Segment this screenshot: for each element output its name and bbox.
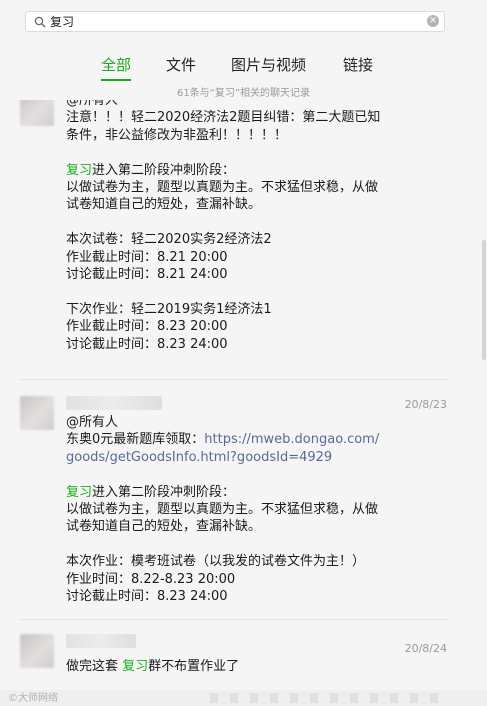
message-text: 本次试卷：轻二2020实务2经济法2: [66, 232, 272, 248]
message-list[interactable]: @所有人 注意！！！轻二2020经济法2题目纠错：第二大题已知 条件，非公益修改为非…: [0, 100, 487, 706]
message-time: 20/8/23: [404, 398, 447, 411]
message-line: @所有人: [66, 414, 396, 431]
scrollbar-thumb[interactable]: [482, 240, 486, 360]
message-text: 做完这套: [66, 659, 123, 674]
message-text: 作业截止时间：8.23 20:00: [66, 319, 228, 335]
avatar[interactable]: [20, 396, 54, 430]
message-text: 试卷知道自己的短处，查漏补缺。: [66, 519, 262, 535]
search-highlight: 复习: [122, 659, 149, 674]
message-line: [66, 283, 396, 300]
result-count: 61条与“复习”相关的聊天记录: [176, 88, 311, 99]
message-line: 作业时间：8.22-8.23 20:00: [66, 571, 396, 588]
message-line: 以做试卷为主，题型以真题为主。不求猛但求稳，从做: [66, 179, 396, 196]
message-line: 以做试卷为主，题型以真题为主。不求猛但求稳，从做: [66, 501, 396, 518]
message-text: 进入第二阶段冲刺阶段：: [92, 484, 236, 500]
message-text: @所有人: [66, 100, 119, 108]
message-text: 东奥0元最新题库领取：: [66, 432, 205, 448]
message-text: 讨论截止时间：8.21 24:00: [66, 267, 228, 283]
tab-all[interactable]: 全部: [101, 54, 131, 75]
tab-links[interactable]: 链接: [343, 54, 373, 75]
message-text: 条件，非公益修改为非盈利！！！！！: [66, 127, 288, 143]
message-line: [66, 536, 396, 553]
search-bar[interactable]: ✕: [25, 11, 445, 32]
message-text: 下次作业：轻二2019实务1经济法1: [66, 301, 272, 317]
message-time: 20/8/24: [404, 642, 447, 655]
message-line: 做完这套 复习群不布置作业了: [66, 658, 396, 675]
message-line: goods/getGoodsInfo.html?goodsId=4929: [66, 449, 396, 466]
message-text: 讨论截止时间：8.23 24:00: [66, 336, 228, 352]
message-line: 东奥0元最新题库领取：https://mweb.dongao.com/: [66, 431, 396, 448]
sender-name: [66, 634, 136, 648]
message-line: 讨论截止时间：8.23 24:00: [66, 588, 396, 605]
clear-search-icon[interactable]: ✕: [427, 15, 439, 27]
message-link[interactable]: https://mweb.dongao.com/: [204, 432, 379, 447]
avatar[interactable]: [20, 100, 54, 126]
message-line: [66, 144, 396, 161]
message-text: 以做试卷为主，题型以真题为主。不求猛但求稳，从做: [66, 180, 379, 196]
message-line: 本次试卷：轻二2020实务2经济法2: [66, 231, 396, 248]
message-text: 作业截止时间：8.21 20:00: [66, 249, 228, 265]
watermark: ©大师网络: [8, 693, 58, 704]
message-line: 注意！！！轻二2020经济法2题目纠错：第二大题已知: [66, 109, 396, 126]
message-line: 复习进入第二阶段冲刺阶段：: [66, 484, 396, 501]
message-line: 试卷知道自己的短处，查漏补缺。: [66, 518, 396, 535]
message-line: 本次作业：模考班试卷（以我发的试卷文件为主！）: [66, 553, 396, 570]
message-text: 进入第二阶段冲刺阶段：: [92, 162, 236, 178]
message-text: 作业时间：8.22-8.23 20:00: [66, 571, 236, 587]
message-text: 本次作业：模考班试卷（以我发的试卷文件为主！）: [66, 554, 366, 570]
message-line: 复习进入第二阶段冲刺阶段：: [66, 162, 396, 179]
bottom-toolbar: ©大师网络: [0, 690, 487, 706]
message-line: 讨论截止时间：8.21 24:00: [66, 266, 396, 283]
message-line: 讨论截止时间：8.23 24:00: [66, 336, 396, 353]
message-line: 下次作业：轻二2019实务1经济法1: [66, 301, 396, 318]
search-highlight: 复习: [66, 162, 93, 178]
sender-name: [66, 396, 162, 410]
message-line: 条件，非公益修改为非盈利！！！！！: [66, 127, 396, 144]
divider: [20, 379, 449, 380]
message-line: 作业截止时间：8.21 20:00: [66, 249, 396, 266]
message-line: @所有人: [66, 100, 396, 109]
scrollbar[interactable]: [481, 100, 487, 690]
tab-images-videos[interactable]: 图片与视频: [231, 54, 306, 75]
message-text: 讨论截止时间：8.23 24:00: [66, 589, 228, 605]
search-input[interactable]: [50, 13, 420, 30]
message-link[interactable]: goods/getGoodsInfo.html?goodsId=4929: [66, 450, 332, 465]
message-body: @所有人 东奥0元最新题库领取：https://mweb.dongao.com/g…: [66, 414, 396, 605]
message-text: 试卷知道自己的短处，查漏补缺。: [66, 197, 262, 213]
search-highlight: 复习: [66, 484, 93, 500]
message-text: 群不布置作业了: [148, 659, 240, 674]
tab-files[interactable]: 文件: [166, 54, 196, 75]
message-text: 以做试卷为主，题型以真题为主。不求猛但求稳，从做: [66, 502, 379, 518]
message-line: 试卷知道自己的短处，查漏补缺。: [66, 196, 396, 213]
search-icon: [34, 16, 46, 28]
filter-tabs: 全部 文件 图片与视频 链接: [0, 54, 487, 81]
avatar[interactable]: [20, 634, 54, 668]
toolbar-icons: [210, 693, 440, 703]
message-body: 做完这套 复习群不布置作业了: [66, 658, 396, 675]
message-line: [66, 466, 396, 483]
divider: [20, 619, 449, 620]
active-tab-indicator: [101, 79, 131, 81]
message-line: [66, 214, 396, 231]
message-text: 注意！！！轻二2020经济法2题目纠错：第二大题已知: [66, 110, 381, 126]
message-text: @所有人: [66, 415, 119, 430]
message-line: 作业截止时间：8.23 20:00: [66, 318, 396, 335]
message-body: @所有人注意！！！轻二2020经济法2题目纠错：第二大题已知 条件，非公益修改为非…: [66, 100, 396, 353]
